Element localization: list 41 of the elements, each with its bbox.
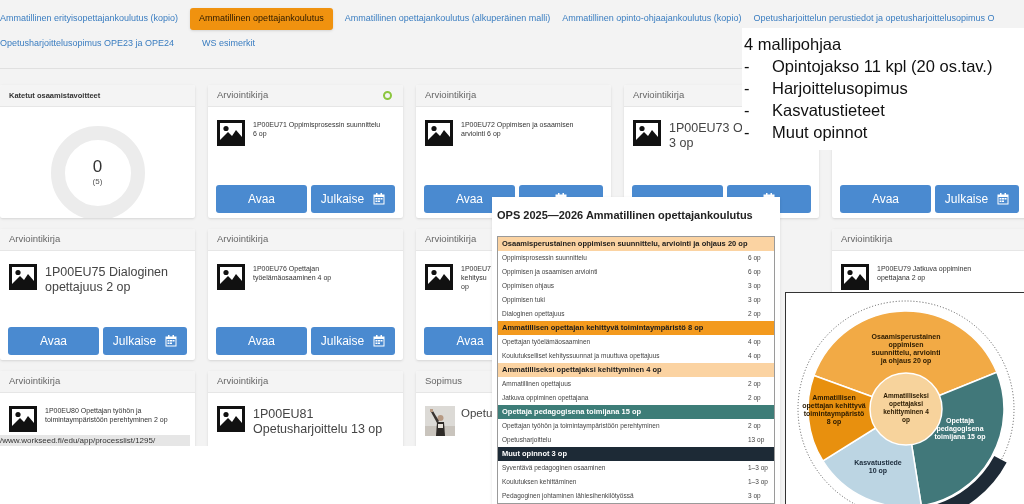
tab[interactable]: Opetusharjoittelusopimus OPE23 ja OPE24 bbox=[0, 37, 175, 51]
open-button[interactable]: Avaa bbox=[8, 327, 99, 355]
card-label: Arviointikirja bbox=[217, 88, 269, 103]
card-title: 1P00EU75 Dialoginen opettajuus 2 op bbox=[45, 264, 168, 295]
note-item: Kasvatustieteet bbox=[772, 100, 885, 121]
card-label: Arviointikirja bbox=[9, 374, 61, 389]
card-label: Arviointikirja bbox=[633, 88, 685, 103]
publish-button[interactable]: Julkaise bbox=[310, 185, 395, 213]
publish-button[interactable]: Julkaise bbox=[102, 327, 187, 355]
tab[interactable]: Ammatillinen opettajankoulutus bbox=[190, 8, 333, 30]
count-value: 0 bbox=[92, 158, 103, 176]
open-button[interactable]: Avaa bbox=[216, 327, 307, 355]
publish-button[interactable]: Julkaise bbox=[934, 185, 1019, 213]
open-button[interactable]: Avaa bbox=[216, 185, 307, 213]
tab[interactable]: WS esimerkit bbox=[202, 37, 256, 51]
count-total: (5) bbox=[92, 176, 103, 188]
dash: - bbox=[744, 56, 751, 77]
card-label: Sopimus bbox=[425, 374, 462, 389]
card-title: 1P00EU81 Opetusharjoittelu 13 op bbox=[253, 406, 383, 437]
card-label: Arviointikirja bbox=[425, 88, 477, 103]
note-item: Harjoittelusopimus bbox=[772, 78, 908, 99]
card-label: Arviointikirja bbox=[841, 232, 893, 247]
note-item: Muut opinnot bbox=[772, 122, 868, 143]
dash: - bbox=[744, 78, 751, 99]
tab[interactable]: Opetusharjoittelun perustiedot ja opetusharjoittelusopimus O bbox=[753, 12, 995, 26]
card-label: Arviointikirja bbox=[217, 232, 269, 247]
open-button[interactable]: Avaa bbox=[840, 185, 931, 213]
tab[interactable]: Ammatillinen opinto-ohjaajankoulutus (kopio) bbox=[562, 12, 742, 26]
publish-button[interactable]: Julkaise bbox=[310, 327, 395, 355]
card-label: Arviointikirja bbox=[217, 374, 269, 389]
card-title: Opetu bbox=[461, 406, 493, 420]
card-label: Arviointikirja bbox=[9, 232, 61, 247]
link-tooltip: /www.workseed.fi/edu/app/processlist/1295/ bbox=[0, 435, 190, 446]
dash: - bbox=[744, 100, 751, 121]
card-title: 1P00EU73 O 3 op bbox=[669, 120, 743, 151]
dash: - bbox=[744, 122, 751, 143]
tab[interactable]: Ammatillinen opettajankoulutus (alkuperäinen malli) bbox=[344, 12, 551, 26]
note-title: 4 mallipohjaa bbox=[744, 34, 843, 55]
card-label: Arviointikirja bbox=[425, 232, 477, 247]
note-item: Opintojakso 11 kpl (20 os.tav.) bbox=[772, 56, 993, 77]
tab[interactable]: Ammatillinen erityisopettajankoulutus (kopio) bbox=[0, 12, 179, 26]
